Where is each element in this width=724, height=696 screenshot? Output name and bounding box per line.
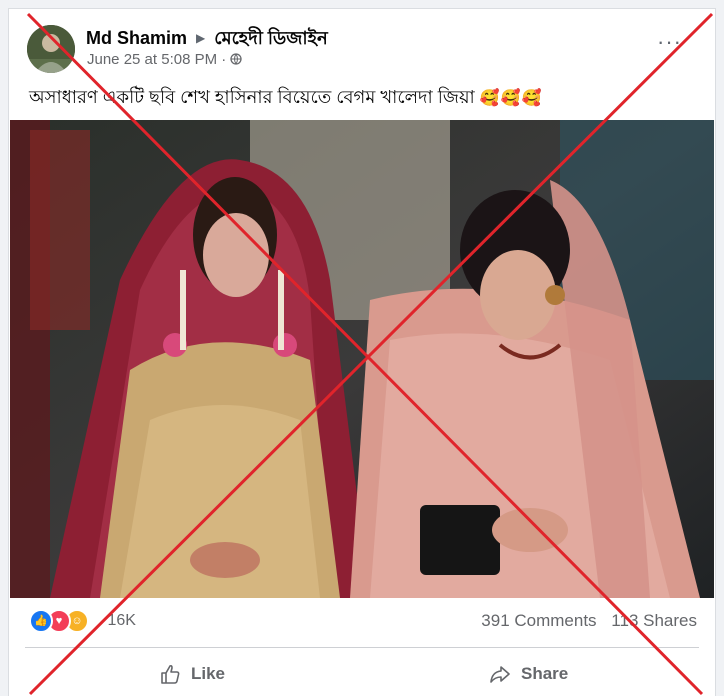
like-label: Like	[191, 664, 226, 683]
author-name[interactable]: Md Shamim	[86, 28, 187, 48]
shares-count[interactable]: 113 Shares	[611, 611, 697, 630]
comments-count[interactable]: 391 Comments	[481, 611, 596, 630]
meta-separator: ·	[221, 51, 227, 68]
caption-emojis: 🥰🥰🥰	[479, 90, 543, 107]
globe-icon	[230, 53, 243, 65]
group-name[interactable]: মেহেদী ডিজাইন	[214, 28, 327, 48]
post-caption: অসাধারণ একটি ছবি শেখ হাসিনার বিয়েতে বেগ…	[29, 83, 543, 114]
post-meta: June 25 at 5:08 PM ·	[87, 51, 243, 68]
like-button[interactable]: Like	[159, 657, 225, 691]
more-options-icon[interactable]: ···	[657, 31, 683, 53]
action-divider	[25, 647, 699, 648]
engagement-counts: 391 Comments 113 Shares	[481, 611, 697, 631]
post-card: Md Shamim ▶ মেহেদী ডিজাইন June 25 at 5:0…	[8, 8, 716, 696]
avatar-image	[27, 25, 75, 73]
thumbs-up-icon	[161, 664, 180, 684]
like-icon: 👍	[29, 609, 53, 633]
post-photo[interactable]	[10, 120, 714, 598]
share-label: Share	[521, 664, 569, 683]
reactions-summary[interactable]: 👍 ♥ ☺ 16K	[29, 609, 136, 633]
author-avatar[interactable]	[27, 25, 75, 73]
share-arrow-icon	[490, 666, 510, 683]
caret-right-icon: ▶	[196, 31, 206, 45]
photo-image	[10, 120, 714, 598]
share-button[interactable]: Share	[489, 657, 568, 691]
caption-text: অসাধারণ একটি ছবি শেখ হাসিনার বিয়েতে বেগ…	[29, 87, 475, 107]
post-timestamp[interactable]: June 25 at 5:08 PM	[87, 51, 217, 68]
reaction-count: 16K	[107, 612, 136, 629]
